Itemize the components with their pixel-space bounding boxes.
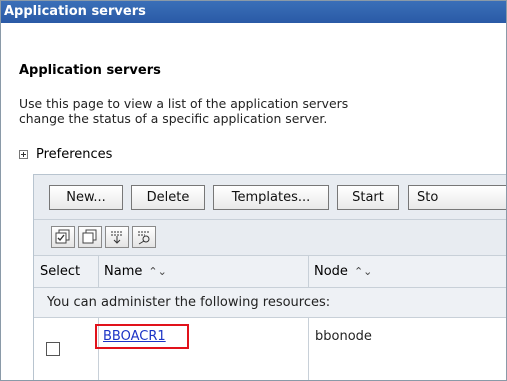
expand-plus-icon[interactable] <box>19 150 28 159</box>
stop-button[interactable]: Sto <box>408 185 506 210</box>
templates-button[interactable]: Templates... <box>213 185 329 210</box>
select-column-header: Select <box>40 264 81 279</box>
select-all-icon[interactable] <box>51 226 75 248</box>
server-node-cell: bbonode <box>315 329 372 344</box>
filter-edit-icon[interactable] <box>132 226 156 248</box>
description-line-1: Use this page to view a list of the appl… <box>19 96 349 111</box>
description-line-2: change the status of a specific applicat… <box>19 111 328 126</box>
sort-icon[interactable]: ⌃⌄ <box>148 256 166 287</box>
server-name-link[interactable]: BBOACR1 <box>95 324 189 349</box>
resources-note: You can administer the following resourc… <box>47 295 331 310</box>
preferences-label: Preferences <box>36 147 113 162</box>
expand-filter-icon[interactable] <box>105 226 129 248</box>
new-button[interactable]: New... <box>49 185 123 210</box>
table-header-row: Select Name ⌃⌄ Node ⌃⌄ <box>34 256 506 288</box>
row-select-checkbox[interactable] <box>46 342 60 356</box>
app-window: Application servers Application servers … <box>0 0 507 381</box>
page-description: Use this page to view a list of the appl… <box>19 96 348 126</box>
node-column-header[interactable]: Node ⌃⌄ <box>308 256 506 287</box>
name-header-label: Name <box>104 264 143 279</box>
start-button[interactable]: Start <box>337 185 399 210</box>
preferences-toggle[interactable]: Preferences <box>19 147 112 162</box>
icon-toolbar <box>34 220 506 256</box>
servers-table: New... Delete Templates... Start Sto Sel… <box>33 174 506 380</box>
window-title: Application servers <box>1 1 506 23</box>
name-column-header[interactable]: Name ⌃⌄ <box>98 256 308 287</box>
sort-icon[interactable]: ⌃⌄ <box>354 256 372 287</box>
table-row: BBOACR1 bbonode <box>34 318 506 380</box>
column-divider <box>308 318 309 380</box>
deselect-all-icon[interactable] <box>78 226 102 248</box>
delete-button[interactable]: Delete <box>131 185 205 210</box>
resources-note-row: You can administer the following resourc… <box>34 288 506 318</box>
button-bar: New... Delete Templates... Start Sto <box>34 175 506 220</box>
node-header-label: Node <box>314 264 348 279</box>
page-title: Application servers <box>19 63 161 78</box>
